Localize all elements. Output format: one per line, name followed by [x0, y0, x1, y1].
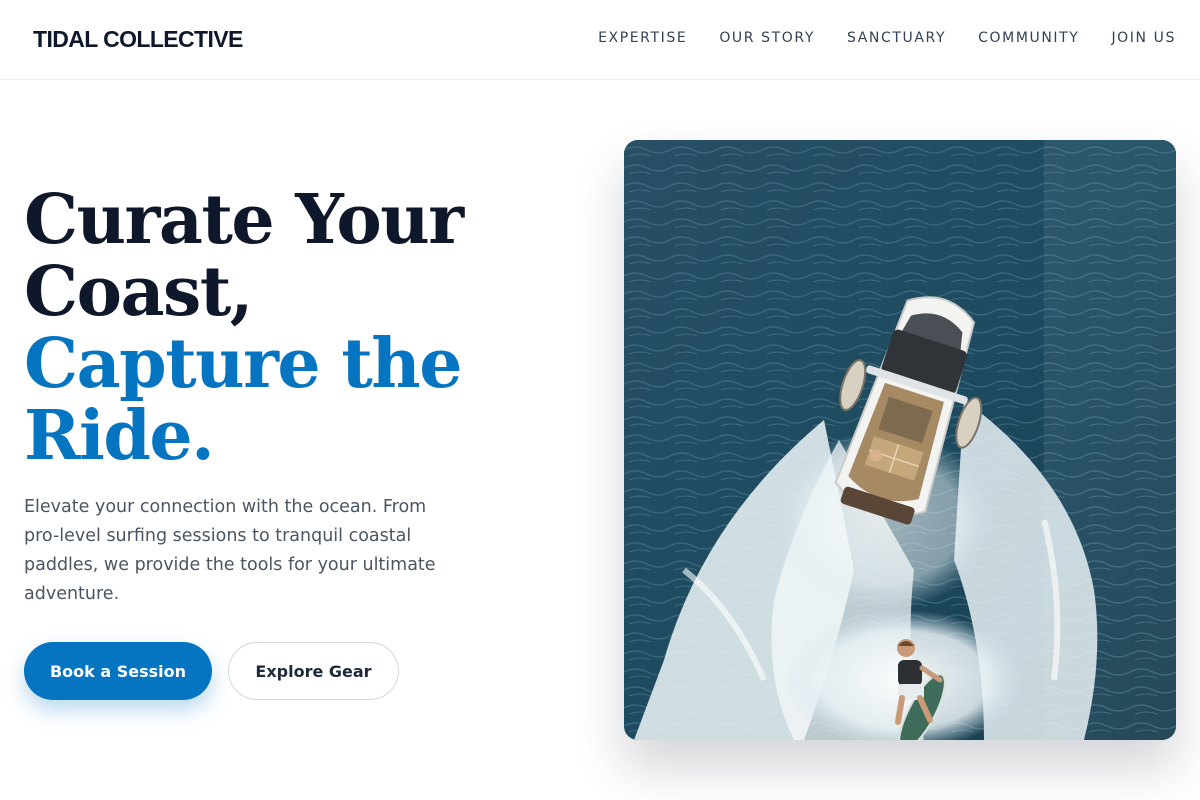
- explore-gear-button[interactable]: Explore Gear: [228, 642, 399, 700]
- headline-line-1: Curate Your: [24, 180, 464, 260]
- headline-line-2: Coast,: [24, 252, 253, 332]
- nav-link-expertise[interactable]: EXPERTISE: [598, 30, 687, 46]
- nav-link-our-story[interactable]: OUR STORY: [719, 30, 815, 46]
- hero-headline: Curate Your Coast, Capture the Ride.: [24, 184, 544, 472]
- hero-image: [624, 140, 1176, 740]
- nav-link-community[interactable]: COMMUNITY: [978, 30, 1079, 46]
- headline-line-4: Ride.: [24, 396, 215, 476]
- headline-line-3: Capture the: [24, 324, 462, 404]
- main-nav: EXPERTISE OUR STORY SANCTUARY COMMUNITY …: [598, 30, 1176, 46]
- nav-link-join-us[interactable]: JOIN US: [1111, 30, 1176, 46]
- site-header: TIDAL COLLECTIVE EXPERTISE OUR STORY SAN…: [0, 0, 1200, 80]
- brand-logo[interactable]: TIDAL COLLECTIVE: [33, 26, 243, 53]
- boat-wakesurf-illustration: [624, 140, 1176, 740]
- book-session-button[interactable]: Book a Session: [24, 642, 212, 700]
- hero-description: Elevate your connection with the ocean. …: [24, 497, 436, 604]
- nav-link-sanctuary[interactable]: SANCTUARY: [847, 30, 946, 46]
